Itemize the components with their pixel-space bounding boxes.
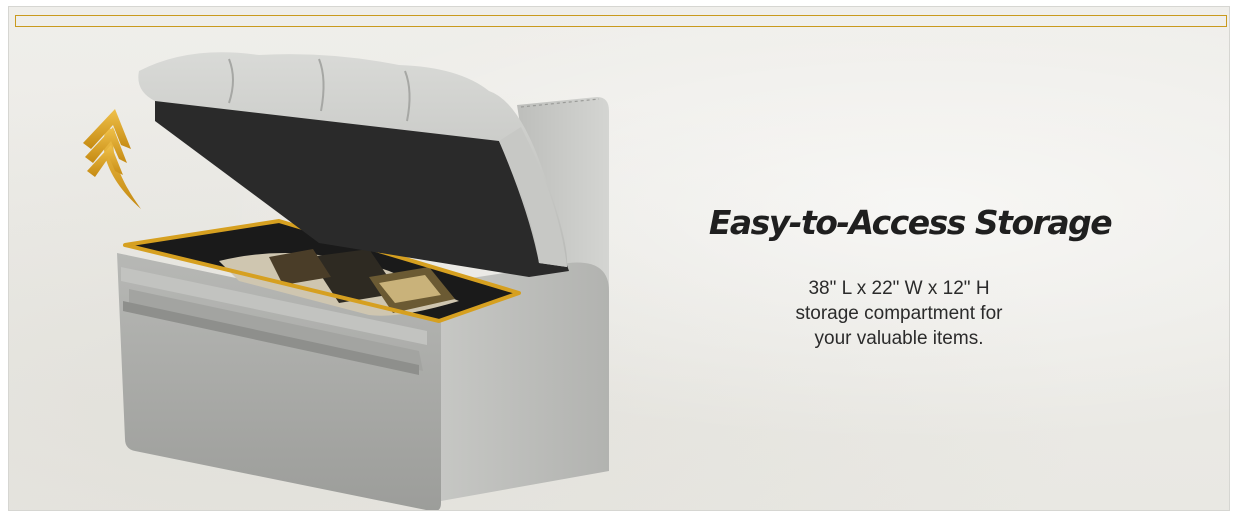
up-arrow-chevrons-icon: [83, 109, 141, 209]
description-line: your valuable items.: [814, 328, 984, 349]
gold-top-bar: [15, 15, 1227, 27]
feature-headline: Easy-to-Access Storage: [708, 203, 1113, 242]
description-line: 38" L x 22" W x 12" H: [808, 278, 990, 299]
storage-bench-image: [83, 52, 609, 510]
feature-description: 38" L x 22" W x 12" H storage compartmen…: [749, 276, 1049, 351]
feature-banner: Easy-to-Access Storage 38" L x 22" W x 1…: [8, 6, 1230, 511]
storage-feature-copy: Easy-to-Access Storage 38" L x 22" W x 1…: [669, 203, 1129, 351]
description-line: storage compartment for: [795, 303, 1003, 324]
